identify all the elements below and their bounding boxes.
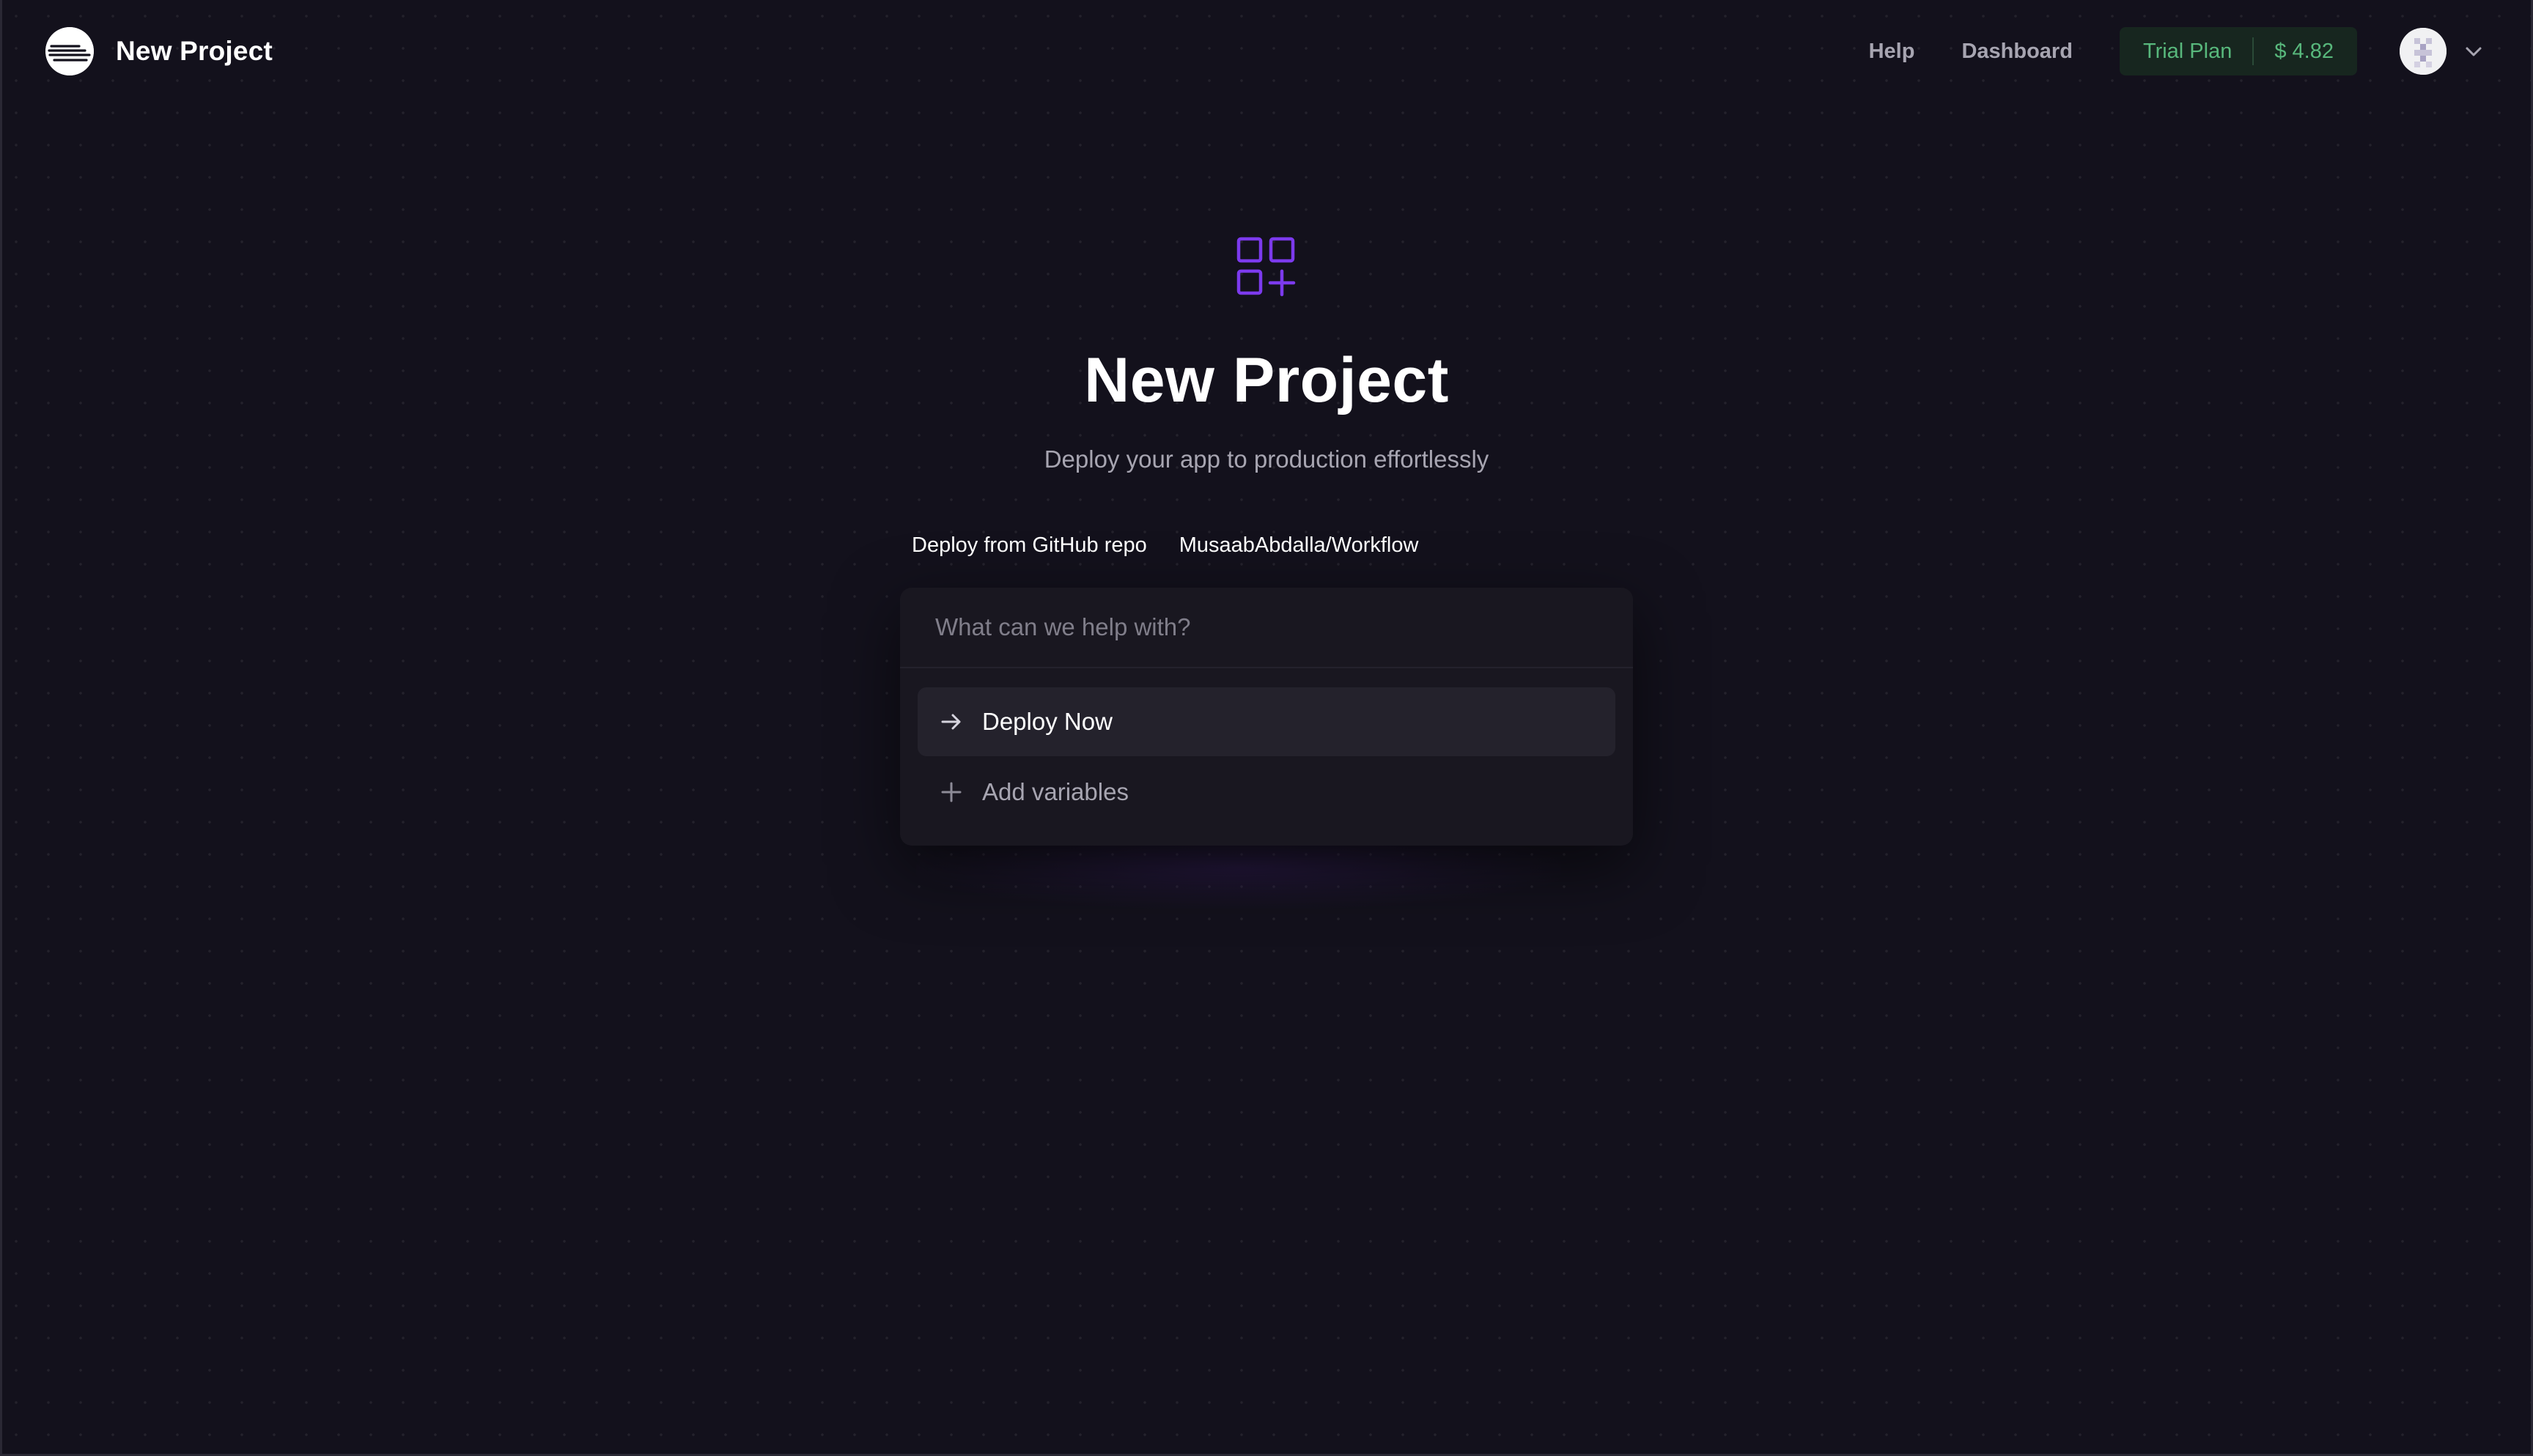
apps-add-icon xyxy=(1236,237,1296,297)
page-title: New Project xyxy=(116,36,273,66)
hero-subtitle: Deploy your app to production effortless… xyxy=(1044,446,1489,473)
brand-logo-icon[interactable] xyxy=(45,27,94,75)
chevron-down-icon[interactable] xyxy=(2463,40,2485,62)
dashboard-link[interactable]: Dashboard xyxy=(1961,40,2072,64)
help-link[interactable]: Help xyxy=(1869,40,1915,64)
plus-icon xyxy=(937,777,966,807)
breadcrumb: Deploy from GitHub repo MusaabAbdalla/Wo… xyxy=(912,533,1418,558)
brand[interactable]: New Project xyxy=(45,27,273,75)
breadcrumb-repo[interactable]: MusaabAbdalla/Workflow xyxy=(1179,533,1419,558)
option-label: Deploy Now xyxy=(982,708,1113,735)
option-label: Add variables xyxy=(982,778,1129,805)
arrow-right-icon xyxy=(937,707,966,736)
hero-title: New Project xyxy=(1084,345,1449,415)
command-search-input[interactable] xyxy=(900,588,1633,668)
deploy-now-option[interactable]: Deploy Now xyxy=(918,687,1615,756)
plan-credit: $ 4.82 xyxy=(2274,39,2334,63)
command-panel: Deploy Now Add variables xyxy=(900,588,1633,846)
plan-badge[interactable]: Trial Plan $ 4.82 xyxy=(2119,27,2357,75)
breadcrumb-deploy-source[interactable]: Deploy from GitHub repo xyxy=(912,533,1147,558)
plan-label: Trial Plan xyxy=(2142,39,2232,63)
top-bar: New Project Help Dashboard Trial Plan $ … xyxy=(0,0,2533,103)
plan-divider xyxy=(2252,37,2254,65)
account-menu[interactable] xyxy=(2400,28,2485,75)
avatar[interactable] xyxy=(2400,28,2447,75)
add-variables-option[interactable]: Add variables xyxy=(918,758,1615,827)
